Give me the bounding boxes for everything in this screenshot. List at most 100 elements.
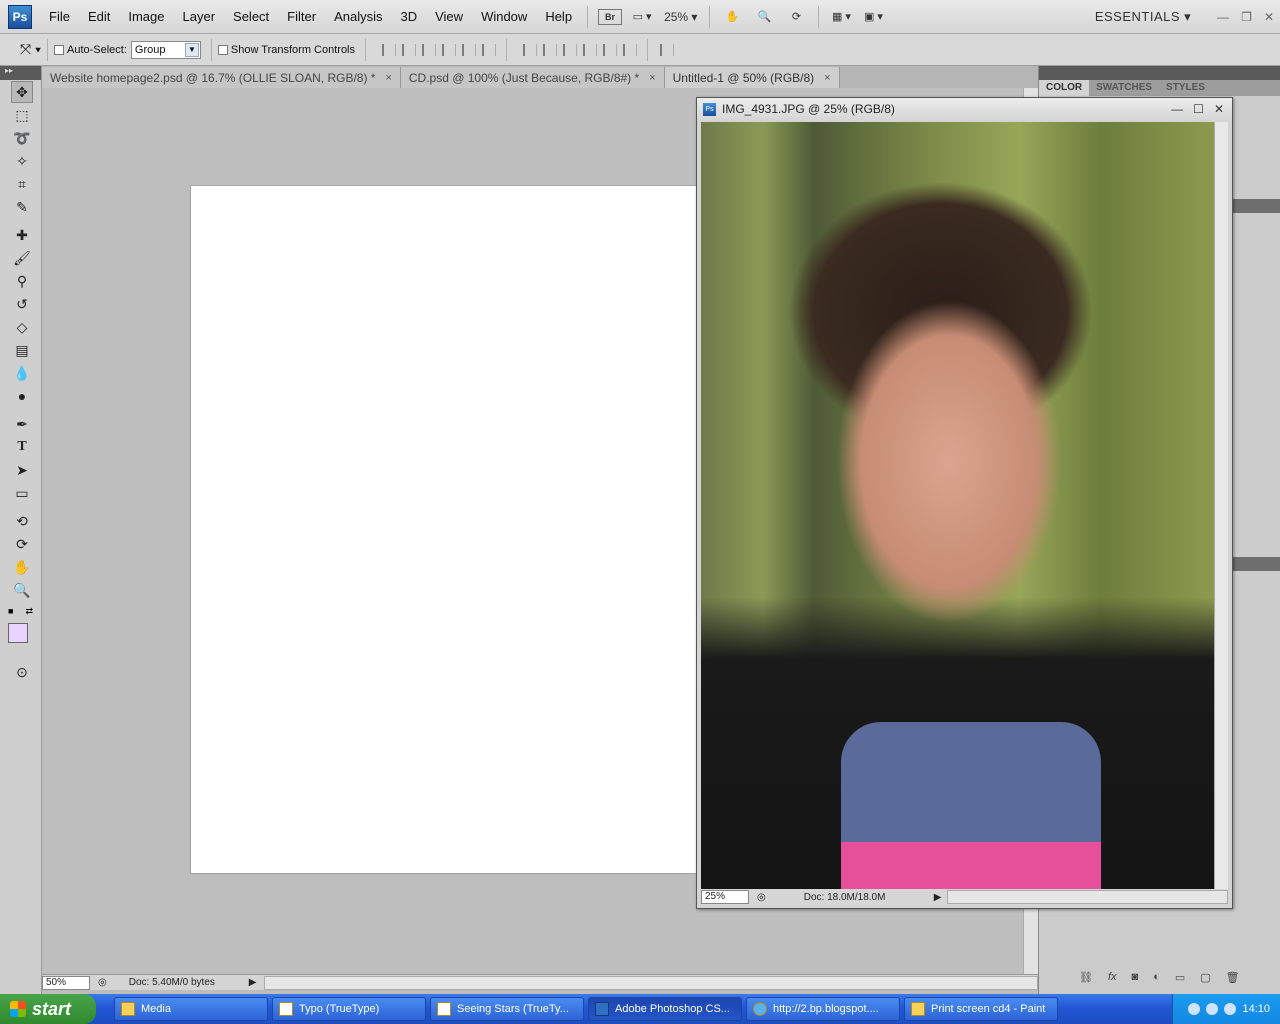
portrait-photo[interactable] xyxy=(701,122,1214,889)
arrange-documents-icon[interactable]: ▦ ▾ xyxy=(829,6,853,28)
taskbar-item-media[interactable]: Media xyxy=(114,997,268,1021)
menu-analysis[interactable]: Analysis xyxy=(325,0,391,34)
workspace-switcher[interactable]: ESSENTIALS ▾ xyxy=(1095,9,1191,25)
menu-layer[interactable]: Layer xyxy=(174,0,225,34)
magic-wand-tool-icon[interactable]: ✧ xyxy=(11,150,33,172)
distribute-hcenter-icon[interactable] xyxy=(603,43,618,56)
pen-tool-icon[interactable]: ✒ xyxy=(11,413,33,435)
move-tool-preset-icon[interactable]: ⤧ ▾ xyxy=(20,41,41,58)
align-left-icon[interactable] xyxy=(442,43,457,56)
new-group-icon[interactable]: ▭ xyxy=(1175,971,1185,984)
menu-select[interactable]: Select xyxy=(224,0,278,34)
align-bottom-icon[interactable] xyxy=(422,43,437,56)
menu-view[interactable]: View xyxy=(426,0,472,34)
menu-help[interactable]: Help xyxy=(536,0,581,34)
tab-cd[interactable]: CD.psd @ 100% (Just Because, RGB/8#) * × xyxy=(400,67,665,88)
add-mask-icon[interactable]: ◙ xyxy=(1132,971,1139,984)
close-icon[interactable]: ✕ xyxy=(1214,102,1224,116)
brush-tool-icon[interactable]: 🖌 xyxy=(11,247,33,269)
minimize-icon[interactable]: — xyxy=(1171,102,1183,116)
clock[interactable]: 14:10 xyxy=(1242,1003,1270,1015)
menu-image[interactable]: Image xyxy=(119,0,173,34)
trash-icon[interactable]: 🗑 xyxy=(1226,971,1240,984)
eyedropper-tool-icon[interactable]: ✎ xyxy=(11,196,33,218)
horizontal-scrollbar[interactable] xyxy=(264,975,1038,990)
zoom-level-select[interactable]: 25% ▾ xyxy=(664,10,697,24)
taskbar-item-photoshop[interactable]: Adobe Photoshop CS... xyxy=(588,997,742,1021)
image-vertical-scrollbar[interactable] xyxy=(1214,122,1228,889)
distribute-right-icon[interactable] xyxy=(623,43,638,56)
shape-tool-icon[interactable]: ▭ xyxy=(11,482,33,504)
zoom-tool-icon[interactable]: 🔍 xyxy=(11,579,33,601)
start-button[interactable]: start xyxy=(0,994,96,1024)
tray-network-icon[interactable] xyxy=(1206,1003,1219,1015)
dodge-tool-icon[interactable]: ● xyxy=(11,385,33,407)
tab-styles[interactable]: STYLES xyxy=(1159,80,1212,96)
zoom-tool-icon[interactable]: 🔍 xyxy=(752,6,776,28)
path-selection-tool-icon[interactable]: ➤ xyxy=(11,459,33,481)
status-menu-arrow-icon[interactable]: ▶ xyxy=(249,977,257,988)
minimize-icon[interactable]: — xyxy=(1217,10,1229,24)
align-vcenter-icon[interactable] xyxy=(402,43,417,56)
screen-mode-icon[interactable]: ▣ ▾ xyxy=(861,6,885,28)
maximize-icon[interactable]: ☐ xyxy=(1193,102,1204,116)
document-canvas[interactable] xyxy=(190,185,698,874)
move-tool-icon[interactable]: ✥ xyxy=(11,81,33,103)
panel-dock-header[interactable] xyxy=(1039,66,1280,80)
tab-website-homepage[interactable]: Website homepage2.psd @ 16.7% (OLLIE SLO… xyxy=(42,67,401,88)
menu-file[interactable]: File xyxy=(40,0,79,34)
status-menu-arrow-icon[interactable]: ▶ xyxy=(934,892,942,903)
auto-select-dropdown[interactable]: Group ▼ xyxy=(130,40,201,59)
bridge-button[interactable]: Br xyxy=(598,8,623,25)
new-layer-icon[interactable]: ▢ xyxy=(1200,971,1210,984)
distribute-left-icon[interactable] xyxy=(583,43,598,56)
taskbar-item-seeing-stars[interactable]: Seeing Stars (TrueTy... xyxy=(430,997,584,1021)
3d-rotate-tool-icon[interactable]: ⟲ xyxy=(11,510,33,532)
image-horizontal-scrollbar[interactable] xyxy=(947,890,1228,904)
tab-untitled-1[interactable]: Untitled-1 @ 50% (RGB/8) × xyxy=(664,67,840,88)
align-hcenter-icon[interactable] xyxy=(462,43,477,56)
foreground-color-swatch[interactable] xyxy=(8,623,28,643)
distribute-vcenter-icon[interactable] xyxy=(543,43,558,56)
tray-volume-icon[interactable] xyxy=(1224,1003,1237,1015)
close-icon[interactable]: × xyxy=(824,72,830,84)
swap-colors-icon[interactable]: ⇄ xyxy=(25,606,33,617)
menu-edit[interactable]: Edit xyxy=(79,0,119,34)
taskbar-item-typo[interactable]: Typo (TrueType) xyxy=(272,997,426,1021)
quick-mask-icon[interactable]: ⊙ xyxy=(11,661,33,683)
zoom-field[interactable]: 50% xyxy=(42,975,90,990)
restore-icon[interactable]: ❐ xyxy=(1241,10,1252,24)
image-document-window[interactable]: Ps IMG_4931.JPG @ 25% (RGB/8) — ☐ ✕ 25% … xyxy=(696,97,1233,909)
tab-swatches[interactable]: SWATCHES xyxy=(1089,80,1159,96)
rotate-view-icon[interactable]: ⟳ xyxy=(784,6,808,28)
3d-orbit-tool-icon[interactable]: ⟳ xyxy=(11,533,33,555)
fx-icon[interactable]: fx xyxy=(1108,971,1117,984)
hand-tool-icon[interactable]: ✋ xyxy=(720,6,744,28)
image-window-titlebar[interactable]: Ps IMG_4931.JPG @ 25% (RGB/8) — ☐ ✕ xyxy=(697,98,1232,120)
healing-brush-tool-icon[interactable]: ✚ xyxy=(11,224,33,246)
gradient-tool-icon[interactable]: ▤ xyxy=(11,339,33,361)
history-brush-tool-icon[interactable]: ↺ xyxy=(11,293,33,315)
image-zoom-field[interactable]: 25% xyxy=(701,890,749,904)
minibridge-button[interactable]: ▭ ▾ xyxy=(630,6,654,28)
taskbar-item-browser[interactable]: http://2.bp.blogspot.... xyxy=(746,997,900,1021)
align-right-icon[interactable] xyxy=(482,43,497,56)
crop-tool-icon[interactable]: ⌗ xyxy=(11,173,33,195)
type-tool-icon[interactable]: T xyxy=(11,436,33,458)
auto-select-checkbox[interactable] xyxy=(53,44,64,55)
menu-3d[interactable]: 3D xyxy=(391,0,426,34)
blur-tool-icon[interactable]: 💧 xyxy=(11,362,33,384)
tray-shield-icon[interactable] xyxy=(1188,1003,1201,1015)
link-layers-icon[interactable]: ⛓ xyxy=(1079,971,1093,984)
marquee-tool-icon[interactable]: ⬚ xyxy=(11,104,33,126)
distribute-top-icon[interactable] xyxy=(523,43,538,56)
auto-align-icon[interactable] xyxy=(660,43,675,56)
clone-stamp-tool-icon[interactable]: ⚲ xyxy=(11,270,33,292)
align-top-icon[interactable] xyxy=(382,43,397,56)
taskbar-item-paint[interactable]: Print screen cd4 - Paint xyxy=(904,997,1058,1021)
lasso-tool-icon[interactable]: ➰ xyxy=(11,127,33,149)
menu-window[interactable]: Window xyxy=(472,0,536,34)
distribute-bottom-icon[interactable] xyxy=(563,43,578,56)
default-colors-icon[interactable]: ■ xyxy=(8,606,13,617)
close-icon[interactable]: × xyxy=(649,72,655,84)
